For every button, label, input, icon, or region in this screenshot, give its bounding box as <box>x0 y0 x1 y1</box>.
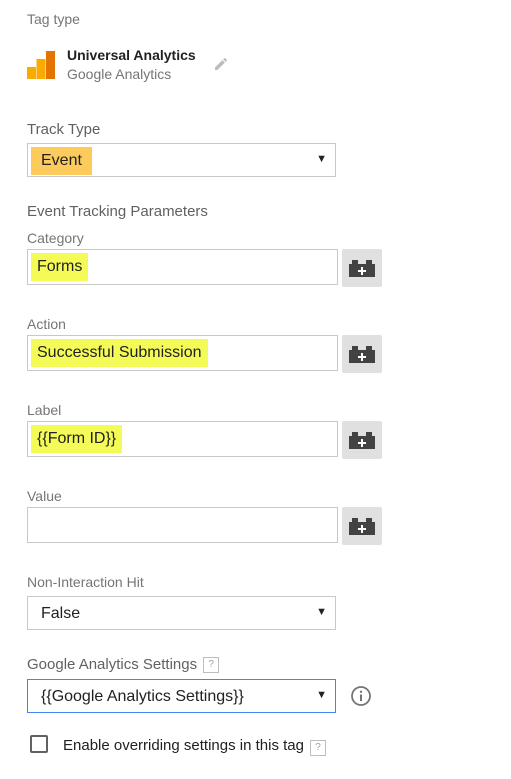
value-field-label: Value <box>27 488 62 504</box>
google-analytics-logo <box>27 51 55 79</box>
non-interaction-select[interactable]: False ▼ <box>27 596 336 630</box>
track-type-value: Event <box>31 147 92 175</box>
non-interaction-label: Non-Interaction Hit <box>27 574 144 590</box>
action-input[interactable]: Successful Submission <box>27 335 338 371</box>
track-type-select[interactable]: Event ▼ <box>27 143 336 177</box>
label-variable-button[interactable] <box>342 421 382 459</box>
track-type-label: Track Type <box>27 121 101 138</box>
category-input[interactable]: Forms <box>27 249 338 285</box>
help-icon[interactable]: ? <box>203 657 220 673</box>
ga-settings-label-row: Google Analytics Settings? <box>27 656 220 673</box>
non-interaction-value: False <box>41 605 81 622</box>
override-checkbox[interactable] <box>30 735 48 753</box>
action-variable-button[interactable] <box>342 335 382 373</box>
dropdown-caret-icon: ▼ <box>316 606 327 618</box>
action-value: Successful Submission <box>31 339 208 367</box>
variable-picker-icon <box>349 346 375 363</box>
value-variable-button[interactable] <box>342 507 382 545</box>
dropdown-caret-icon: ▼ <box>316 689 327 701</box>
tag-name: Universal Analytics <box>67 47 196 63</box>
value-input[interactable] <box>27 507 338 543</box>
override-label: Enable overriding settings in this tag <box>63 737 304 754</box>
help-icon[interactable]: ? <box>309 740 326 756</box>
ga-settings-label: Google Analytics Settings <box>27 656 198 673</box>
label-value: {{Form ID}} <box>31 425 123 453</box>
category-variable-button[interactable] <box>342 249 382 287</box>
ga-settings-select[interactable]: {{Google Analytics Settings}} ▼ <box>27 679 336 713</box>
pencil-icon[interactable] <box>213 56 229 72</box>
variable-picker-icon <box>349 260 375 277</box>
info-icon[interactable] <box>350 685 372 707</box>
ga-settings-value: {{Google Analytics Settings}} <box>41 688 244 705</box>
variable-picker-icon <box>349 518 375 535</box>
tag-provider: Google Analytics <box>67 66 172 82</box>
override-label-row: Enable overriding settings in this tag? <box>63 737 326 756</box>
variable-picker-icon <box>349 432 375 449</box>
tag-type-label: Tag type <box>27 11 80 27</box>
action-label: Action <box>27 316 66 332</box>
label-input[interactable]: {{Form ID}} <box>27 421 338 457</box>
dropdown-caret-icon: ▼ <box>316 153 327 165</box>
label-field-label: Label <box>27 402 62 418</box>
category-label: Category <box>27 230 84 246</box>
category-value: Forms <box>31 253 89 281</box>
event-params-heading: Event Tracking Parameters <box>27 203 208 220</box>
